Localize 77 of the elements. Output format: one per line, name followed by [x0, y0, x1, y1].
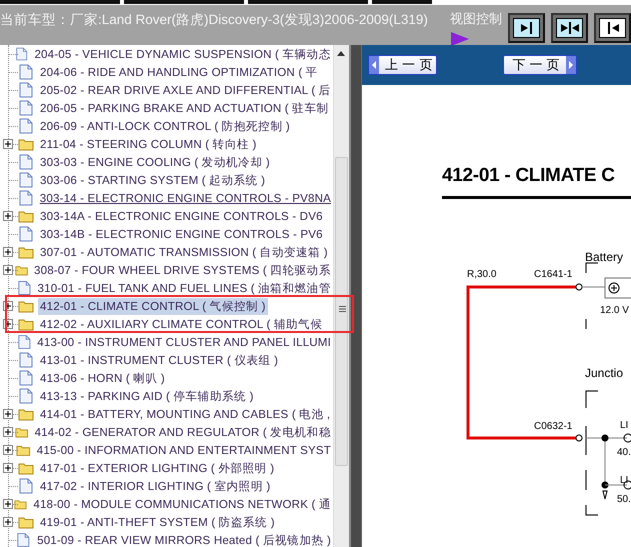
tree-item[interactable]: 414-01 - BATTERY, MOUNTING AND CABLES ( 电池 ,	[38, 406, 332, 422]
diagram-title: 412-01 - CLIMATE C	[442, 165, 615, 187]
document-icon	[18, 478, 34, 494]
document-icon	[18, 64, 34, 80]
tree-item[interactable]: 419-01 - ANTI-THEFT SYSTEM ( 防盗系统 )	[38, 514, 277, 530]
tree-item[interactable]: 412-01 - CLIMATE CONTROL ( 气候控制 )	[38, 298, 268, 314]
connector-label: C0632-1	[534, 421, 572, 432]
expand-icon[interactable]	[3, 211, 13, 221]
tree-item[interactable]: 303-14 - ELECTRONIC ENGINE CONTROLS - PV8NA	[38, 190, 333, 206]
view-control-label: 视图控制	[450, 10, 502, 28]
previous-page-button[interactable]: 上 一 页	[368, 55, 438, 75]
tree-item[interactable]: 310-01 - FUEL TANK AND FUEL LINES ( 油箱和燃油管	[36, 280, 333, 296]
grip-icon	[339, 306, 346, 312]
expand-icon[interactable]	[3, 265, 13, 275]
expand-icon[interactable]	[3, 445, 13, 455]
tree-item[interactable]: 206-05 - PARKING BRAKE AND ACTUATION ( 驻车制	[38, 100, 331, 116]
split-view-button[interactable]	[551, 13, 588, 43]
expand-icon[interactable]	[3, 247, 13, 257]
tree-item[interactable]: 211-04 - STEERING COLUMN ( 转向柱 )	[38, 136, 258, 152]
tree-item[interactable]: 204-06 - RIDE AND HANDLING OPTIMIZATION ( 平	[38, 64, 320, 80]
document-icon	[18, 388, 34, 404]
tree-item[interactable]: 415-00 - INFORMATION AND ENTERTAINMENT SYST	[34, 442, 333, 458]
next-page-button[interactable]: 下 一 页	[503, 55, 577, 75]
expand-icon[interactable]	[3, 463, 13, 473]
expand-icon[interactable]	[3, 517, 13, 527]
tree-item[interactable]: 205-02 - REAR DRIVE AXLE AND DIFFERENTIAL ( 后	[38, 82, 333, 98]
document-icon	[18, 172, 34, 188]
link-value: 50.	[617, 494, 631, 505]
tree-item[interactable]: 417-02 - INTERIOR LIGHTING ( 室内照明 )	[38, 478, 272, 494]
tree-item[interactable]: 303-14B - ELECTRONIC ENGINE CONTROLS - PV6	[38, 226, 325, 242]
tree-item[interactable]: 204-05 - VEHICLE DYNAMIC SUSPENSION ( 车辆动态	[32, 46, 333, 62]
link-value: 40.	[617, 447, 631, 458]
expand-icon[interactable]	[3, 139, 13, 149]
scrollbar[interactable]	[333, 45, 349, 547]
arrows-to-bar-icon	[560, 21, 580, 35]
connector-label: C1641-1	[534, 269, 572, 280]
voltage-label: 12.0 V	[600, 305, 629, 316]
expand-icon[interactable]	[3, 409, 13, 419]
document-icon	[18, 154, 34, 170]
tree-item[interactable]: 303-06 - STARTING SYSTEM ( 起动系统 )	[38, 172, 268, 188]
expand-right-button[interactable]	[508, 13, 545, 43]
expand-left-button[interactable]	[594, 13, 631, 43]
document-icon	[16, 280, 32, 296]
expand-icon[interactable]	[3, 499, 13, 509]
vehicle-title: 当前车型：厂家:Land Rover(路虎)Discovery-3(发现3)2006-2009(L319)	[0, 11, 429, 29]
document-icon	[18, 82, 34, 98]
document-icon	[18, 190, 34, 206]
tree-item[interactable]: 501-09 - REAR VIEW MIRRORS Heated ( 后视镜加热 )	[35, 532, 333, 547]
junction-label: Junctio	[585, 366, 624, 380]
tree-item[interactable]: 303-14A - ELECTRONIC ENGINE CONTROLS - DV6	[38, 208, 325, 224]
arrow-to-bar-icon	[518, 21, 534, 35]
tree-item[interactable]: 308-07 - FOUR WHEEL DRIVE SYSTEMS ( 四轮驱动系	[32, 262, 333, 278]
wire-label: R,30.0	[467, 269, 496, 280]
tree-item[interactable]: 413-06 - HORN ( 喇叭 )	[38, 370, 167, 386]
tree-item[interactable]: 413-01 - INSTRUMENT CLUSTER ( 仪表组 )	[38, 352, 280, 368]
tree-item[interactable]: 413-13 - PARKING AID ( 停车辅助系统 )	[38, 388, 256, 404]
tree-item[interactable]: 307-01 - AUTOMATIC TRANSMISSION ( 自动变速箱 )	[38, 244, 330, 260]
tree-item[interactable]: 303-03 - ENGINE COOLING ( 发动机冷却 )	[38, 154, 272, 170]
document-icon	[18, 370, 34, 386]
document-icon	[16, 334, 32, 350]
document-icon	[18, 118, 34, 134]
battery-label: Battery	[585, 250, 624, 264]
scroll-up-icon[interactable]	[337, 51, 345, 56]
document-icon	[18, 226, 34, 242]
document-icon	[15, 46, 28, 62]
tree-item[interactable]: 413-00 - INSTRUMENT CLUSTER AND PANEL ILLUMI	[35, 334, 333, 350]
tree-item[interactable]: 206-09 - ANTI-LOCK CONTROL ( 防抱死控制 )	[38, 118, 292, 134]
document-icon	[18, 100, 34, 116]
triangle-icon	[450, 31, 470, 47]
tree-item[interactable]: 417-01 - EXTERIOR LIGHTING ( 外部照明 )	[38, 460, 276, 476]
link-label: LI	[620, 420, 628, 431]
document-icon	[18, 352, 34, 368]
document-icon	[16, 532, 32, 547]
tree-item[interactable]: 412-02 - AUXILIARY CLIMATE CONTROL ( 辅助气候	[38, 316, 324, 332]
expand-icon[interactable]	[3, 427, 13, 437]
tree-item[interactable]: 414-02 - GENERATOR AND REGULATOR ( 发电机和稳	[32, 424, 333, 440]
tree-item[interactable]: 418-00 - MODULE COMMUNICATIONS NETWORK ( 通	[31, 496, 333, 512]
